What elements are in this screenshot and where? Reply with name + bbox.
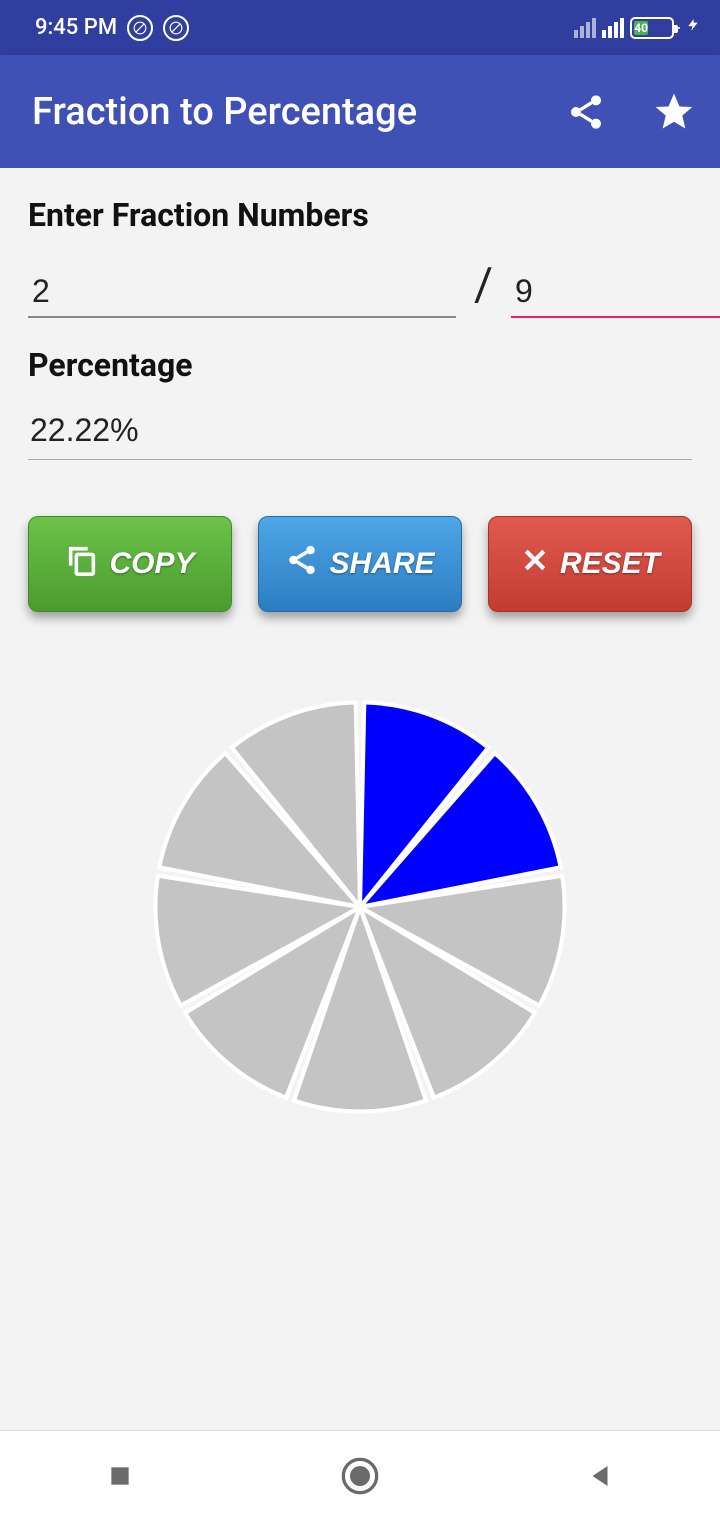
content-area: Enter Fraction Numbers / Percentage COPY… — [0, 168, 720, 1132]
system-nav-bar — [0, 1430, 720, 1520]
charging-icon — [686, 14, 700, 41]
pie-chart — [135, 682, 585, 1132]
copy-icon — [65, 543, 99, 585]
home-button[interactable] — [336, 1452, 384, 1500]
fraction-inputs: / — [28, 258, 692, 318]
reset-button[interactable]: RESET — [488, 516, 692, 612]
signal-icon-1 — [574, 18, 596, 38]
result-output — [28, 404, 692, 460]
reset-label: RESET — [560, 547, 660, 581]
status-left: 9:45 PM — [35, 15, 189, 41]
status-right: 40 — [574, 14, 700, 41]
numerator-input[interactable] — [28, 267, 456, 318]
pie-chart-area — [28, 682, 692, 1132]
fraction-label: Enter Fraction Numbers — [28, 196, 692, 234]
app-title: Fraction to Percentage — [32, 90, 417, 134]
dnd-icon — [127, 15, 153, 41]
app-bar: Fraction to Percentage — [0, 55, 720, 168]
share-app-icon[interactable] — [564, 90, 608, 134]
app-bar-actions — [564, 90, 696, 134]
fraction-slash: / — [474, 258, 493, 318]
back-button[interactable] — [576, 1452, 624, 1500]
status-bar: 9:45 PM 40 — [0, 0, 720, 55]
status-time: 9:45 PM — [35, 15, 117, 40]
recent-apps-button[interactable] — [96, 1452, 144, 1500]
share-label: SHARE — [329, 547, 434, 581]
battery-fill: 40 — [634, 21, 648, 35]
action-buttons: COPY SHARE RESET — [28, 516, 692, 612]
percentage-label: Percentage — [28, 346, 692, 384]
battery-indicator: 40 — [630, 17, 680, 39]
signal-icon-2 — [602, 18, 624, 38]
share-button[interactable]: SHARE — [258, 516, 462, 612]
favorite-star-icon[interactable] — [652, 90, 696, 134]
close-icon — [520, 545, 550, 583]
denominator-input[interactable] — [511, 267, 720, 318]
dnd-icon-2 — [163, 15, 189, 41]
copy-button[interactable]: COPY — [28, 516, 232, 612]
copy-label: COPY — [109, 547, 194, 581]
share-icon — [285, 543, 319, 585]
